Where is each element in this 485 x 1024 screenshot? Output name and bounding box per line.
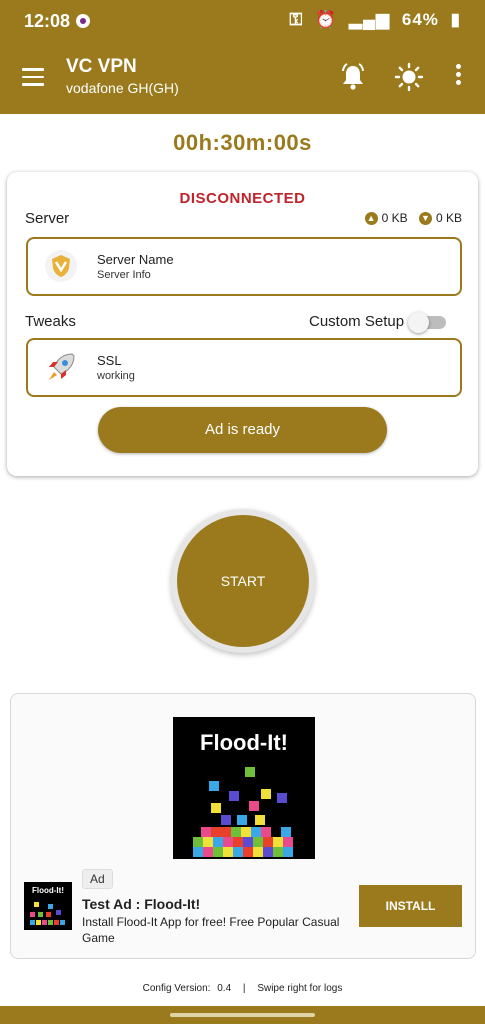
more-vert-icon[interactable] — [450, 64, 466, 90]
battery-percent: 64% — [401, 10, 439, 29]
tweak-selector[interactable]: SSL working — [26, 338, 462, 397]
session-timer: 00h:30m:00s — [173, 130, 312, 155]
flood-it-grid-icon — [193, 767, 293, 857]
ad-image-title: Flood-It! — [200, 730, 288, 755]
footer-separator: | — [242, 983, 246, 994]
gesture-nav-bar — [0, 1006, 485, 1024]
logs-hint: Swipe right for logs — [257, 983, 343, 994]
upload-value: 0 KB — [381, 211, 408, 225]
config-version-value: 0.4 — [217, 983, 232, 994]
ad-description: Install Flood-It App for free! Free Popu… — [82, 915, 340, 945]
download-icon: ▼ — [418, 212, 432, 226]
menu-icon[interactable] — [22, 68, 44, 86]
download-value: 0 KB — [435, 211, 462, 225]
connection-card: DISCONNECTED Server ▲ 0 KB ▼ 0 KB Server N… — [7, 172, 478, 476]
status-icons: ⚿ ⏰ ▂▄▆ 64% ▮ — [283, 10, 461, 30]
config-version-label: Config Version: — [142, 983, 211, 994]
ad-card[interactable]: Flood-It! Ad Flood-It! Test Ad: Flood-I… — [10, 693, 476, 959]
server-name: Server Name — [97, 252, 174, 267]
server-shield-icon — [45, 250, 77, 282]
brightness-icon[interactable] — [394, 62, 424, 92]
start-button-ring: START — [171, 509, 315, 653]
vpn-key-icon: ⚿ — [289, 10, 304, 29]
flood-it-mini-grid-icon — [30, 902, 65, 925]
footer: Config Version: 0.4 | Swipe right for lo… — [0, 983, 485, 994]
alarm-icon: ⏰ — [315, 10, 338, 29]
home-gesture-handle[interactable] — [170, 1013, 315, 1017]
ad-badge: Ad — [82, 869, 113, 889]
install-button[interactable]: INSTALL — [359, 885, 462, 927]
battery-icon: ▮ — [450, 10, 461, 29]
app-bar: VC VPN vodafone GH(GH) — [0, 44, 485, 114]
signal-icon: ▂▄▆ — [348, 10, 391, 29]
upload-icon: ▲ — [364, 212, 378, 226]
tweak-info: working — [97, 370, 135, 382]
ad-title[interactable]: Test Ad : Flood-It! — [82, 896, 200, 912]
status-time: 12:08 — [24, 11, 71, 31]
status-bar: 12:08 ⚿ ⏰ ▂▄▆ 64% ▮ — [0, 0, 485, 44]
notification-icon — [76, 14, 90, 28]
ad-icon-title: Flood-It! — [32, 886, 64, 895]
ad-image[interactable]: Flood-It! — [173, 717, 315, 859]
connection-status: DISCONNECTED — [179, 190, 306, 207]
custom-setup-toggle[interactable] — [408, 311, 448, 333]
ad-ready-button[interactable]: Ad is ready — [98, 407, 387, 453]
custom-setup-label: Custom Setup — [309, 313, 405, 330]
ad-app-icon[interactable]: Flood-It! — [24, 882, 72, 930]
tweak-name: SSL — [97, 353, 122, 368]
rocket-icon — [49, 353, 75, 380]
traffic-stats: ▲ 0 KB ▼ 0 KB — [357, 211, 462, 226]
bell-icon[interactable] — [338, 62, 368, 92]
network-operator: vodafone GH(GH) — [66, 80, 179, 96]
server-info: Server Info — [97, 269, 151, 281]
tweaks-label: Tweaks — [25, 313, 76, 330]
server-selector[interactable]: Server Name Server Info — [26, 237, 462, 296]
app-title: VC VPN — [66, 56, 137, 77]
server-label: Server — [25, 210, 70, 227]
start-button[interactable]: START — [177, 515, 309, 647]
